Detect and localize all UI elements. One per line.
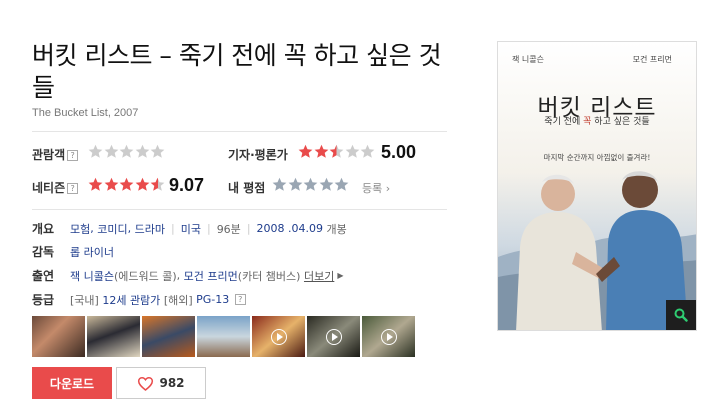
play-icon bbox=[380, 328, 397, 345]
divider bbox=[32, 209, 447, 210]
star-icon[interactable] bbox=[334, 177, 350, 192]
overview-label: 개요 bbox=[32, 222, 55, 236]
star-icon bbox=[104, 144, 120, 159]
poster-image bbox=[498, 42, 696, 330]
audience-stars bbox=[88, 144, 166, 160]
director-label: 감독 bbox=[32, 245, 55, 259]
grade-row: 등급 [국내] 12세 관람가 [해외] PG-13 ? bbox=[32, 291, 246, 308]
comma: , bbox=[90, 222, 98, 235]
video-thumbnail[interactable] bbox=[252, 316, 305, 357]
divider bbox=[32, 131, 447, 132]
grade-kr-prefix: [국내] bbox=[70, 293, 99, 307]
more-cast-link[interactable]: 더보기 bbox=[304, 268, 334, 284]
cast-role: (에드워드 콜) bbox=[113, 269, 177, 283]
genre-link[interactable]: 모험 bbox=[70, 221, 90, 237]
register-label: 등록 bbox=[362, 182, 383, 195]
star-icon bbox=[119, 144, 135, 159]
video-thumbnail[interactable] bbox=[362, 316, 415, 357]
release-date-link[interactable]: 2008 .04.09 bbox=[257, 222, 323, 235]
like-count: 982 bbox=[159, 376, 185, 390]
separator: | bbox=[171, 222, 175, 235]
help-icon[interactable]: ? bbox=[67, 183, 79, 194]
star-icon bbox=[119, 177, 135, 192]
star-icon bbox=[329, 144, 345, 159]
star-icon bbox=[150, 177, 166, 192]
release-suffix: 개봉 bbox=[326, 222, 347, 236]
like-button[interactable]: 982 bbox=[116, 367, 206, 399]
magnifier-icon bbox=[674, 308, 688, 322]
cast-role: (카터 챔버스) bbox=[237, 269, 301, 283]
netizen-score: 9.07 bbox=[169, 175, 205, 195]
movie-poster[interactable]: 잭 니콜슨 모건 프리먼 버킷 리스트 죽기 전에 꼭 하고 싶은 것들 마지막… bbox=[497, 41, 697, 331]
star-icon bbox=[135, 144, 151, 159]
poster-subtitle-post: 하고 싶은 것들 bbox=[591, 117, 650, 127]
genre-link[interactable]: 드라마 bbox=[135, 221, 165, 237]
star-icon bbox=[135, 177, 151, 192]
movie-title: 버킷 리스트 – 죽기 전에 꼭 하고 싶은 것들 bbox=[32, 41, 442, 102]
director-row: 감독 롭 라이너 bbox=[32, 243, 114, 260]
star-icon bbox=[88, 177, 104, 192]
comma: , bbox=[127, 222, 135, 235]
separator: | bbox=[206, 222, 211, 235]
critic-stars bbox=[298, 144, 376, 160]
help-icon[interactable]: ? bbox=[234, 294, 246, 305]
star-icon bbox=[150, 144, 166, 159]
cast-link[interactable]: 모건 프리먼 bbox=[184, 268, 238, 284]
still-thumbnail[interactable] bbox=[197, 316, 250, 357]
star-icon bbox=[314, 144, 330, 159]
star-icon bbox=[298, 144, 314, 159]
star-icon bbox=[88, 144, 104, 159]
video-thumbnail[interactable] bbox=[307, 316, 360, 357]
triangle-right-icon: ▶ bbox=[337, 271, 344, 280]
chevron-right-icon: › bbox=[382, 182, 391, 195]
poster-subtitle-pre: 죽기 전에 bbox=[544, 117, 584, 127]
director-link[interactable]: 롭 라이너 bbox=[70, 244, 114, 260]
media-thumbnails bbox=[32, 316, 415, 357]
star-icon[interactable] bbox=[303, 177, 319, 192]
still-thumbnail[interactable] bbox=[87, 316, 140, 357]
runtime: 96분 bbox=[216, 222, 241, 236]
grade-intl-link[interactable]: PG-13 bbox=[196, 293, 229, 306]
cast-link[interactable]: 잭 니콜슨 bbox=[70, 268, 114, 284]
genre-link[interactable]: 코미디 bbox=[97, 221, 127, 237]
grade-kr-link[interactable]: 12세 관람가 bbox=[102, 292, 160, 308]
critic-score: 5.00 bbox=[381, 142, 417, 162]
critic-rating-label: 기자·평론가 bbox=[228, 148, 288, 162]
cast-label: 출연 bbox=[32, 269, 55, 283]
country-link[interactable]: 미국 bbox=[181, 221, 201, 237]
netizen-stars bbox=[88, 177, 166, 193]
overview-row: 개요 모험, 코미디, 드라마 | 미국 | 96분 | 2008 .04.09… bbox=[32, 220, 347, 237]
netizen-rating-label: 네티즌? bbox=[32, 179, 79, 196]
download-button[interactable]: 다운로드 bbox=[32, 367, 112, 399]
poster-actor-right: 모건 프리먼 bbox=[632, 55, 672, 64]
audience-rating-label: 관람객? bbox=[32, 146, 79, 163]
heart-icon bbox=[138, 376, 154, 391]
movie-subtitle: The Bucket List, 2007 bbox=[32, 107, 139, 119]
grade-label: 등급 bbox=[32, 293, 55, 307]
grade-intl-prefix: [해외] bbox=[163, 293, 193, 307]
cast-row: 출연 잭 니콜슨 (에드워드 콜), 모건 프리먼 (카터 챔버스) 더보기 ▶ bbox=[32, 267, 344, 284]
poster-subtitle: 죽기 전에 꼭 하고 싶은 것들 bbox=[498, 114, 696, 127]
zoom-button[interactable] bbox=[666, 300, 696, 330]
play-icon bbox=[270, 328, 287, 345]
comma: , bbox=[176, 269, 184, 282]
star-icon[interactable] bbox=[319, 177, 335, 192]
star-icon bbox=[104, 177, 120, 192]
my-rating-label: 내 평점 bbox=[228, 181, 266, 195]
star-icon[interactable] bbox=[288, 177, 304, 192]
separator: | bbox=[246, 222, 251, 235]
netizen-label-text: 네티즌 bbox=[32, 181, 66, 195]
still-thumbnail[interactable] bbox=[142, 316, 195, 357]
star-icon bbox=[345, 144, 361, 159]
star-icon[interactable] bbox=[272, 177, 288, 192]
poster-tagline: 마지막 순간까지 아낌없이 즐겨라! bbox=[543, 153, 651, 162]
poster-actor-left: 잭 니콜슨 bbox=[512, 55, 544, 64]
help-icon[interactable]: ? bbox=[67, 150, 79, 161]
my-rating-stars[interactable] bbox=[272, 177, 350, 193]
star-icon bbox=[360, 144, 376, 159]
audience-label-text: 관람객 bbox=[32, 148, 66, 162]
play-icon bbox=[325, 328, 342, 345]
still-thumbnail[interactable] bbox=[32, 316, 85, 357]
register-rating-link[interactable]: 등록 › bbox=[362, 180, 390, 196]
